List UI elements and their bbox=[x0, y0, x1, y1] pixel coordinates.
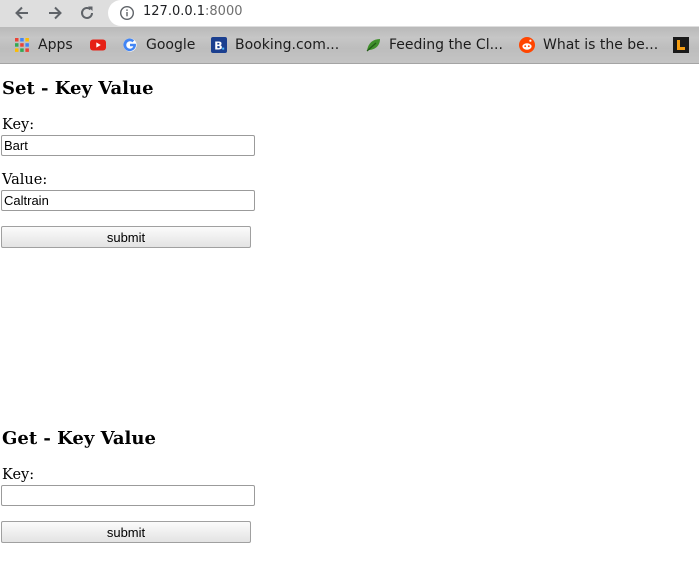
reddit-icon bbox=[519, 37, 535, 53]
reload-icon bbox=[81, 6, 93, 19]
bookmark-l-icon bbox=[673, 37, 689, 53]
bookmark-reddit[interactable]: What is the be... bbox=[519, 27, 658, 63]
bookmark-label: What is the be... bbox=[543, 37, 659, 53]
get-key-label: Key: bbox=[2, 467, 35, 483]
leaf-icon bbox=[365, 37, 381, 53]
bookmark-label: Apps bbox=[38, 37, 73, 53]
bookmark-label: Google bbox=[146, 37, 196, 53]
bookmark-feeding[interactable]: Feeding the Cl... bbox=[365, 27, 503, 63]
bookmark-label: Feeding the Cl... bbox=[389, 37, 503, 53]
reload-button[interactable] bbox=[75, 2, 99, 24]
bookmark-booking[interactable]: B Booking.com... bbox=[211, 27, 339, 63]
set-section-title: Set - Key Value bbox=[2, 78, 154, 99]
forward-arrow-icon bbox=[49, 6, 62, 20]
get-submit-button[interactable]: submit bbox=[1, 521, 251, 543]
youtube-icon bbox=[90, 37, 106, 53]
browser-chrome: 127.0.0.1:8000 Apps Google B Booking.com… bbox=[0, 0, 699, 64]
bookmark-label: Booking.com... bbox=[235, 37, 340, 53]
url-port: :8000 bbox=[205, 4, 243, 19]
set-key-input[interactable] bbox=[1, 135, 255, 156]
google-icon bbox=[122, 37, 138, 53]
bookmarks-bar: Apps Google B Booking.com... Feeding the… bbox=[0, 27, 699, 64]
browser-toolbar: 127.0.0.1:8000 bbox=[0, 0, 699, 27]
set-value-input[interactable] bbox=[1, 190, 255, 211]
bookmark-l[interactable] bbox=[673, 27, 697, 63]
get-section-title: Get - Key Value bbox=[2, 428, 156, 449]
set-submit-button[interactable]: submit bbox=[1, 226, 251, 248]
bookmark-google[interactable]: Google bbox=[122, 27, 195, 63]
address-bar[interactable]: 127.0.0.1:8000 bbox=[108, 0, 699, 26]
bookmark-youtube[interactable] bbox=[90, 27, 114, 63]
url-text[interactable]: 127.0.0.1:8000 bbox=[143, 4, 243, 19]
info-icon[interactable] bbox=[119, 5, 135, 21]
url-host: 127.0.0.1 bbox=[143, 4, 206, 19]
apps-grid-icon bbox=[14, 37, 30, 53]
back-arrow-icon bbox=[15, 6, 28, 20]
set-key-label: Key: bbox=[2, 117, 35, 133]
forward-button[interactable] bbox=[43, 2, 67, 24]
back-button[interactable] bbox=[10, 2, 34, 24]
bookmark-apps[interactable]: Apps bbox=[14, 27, 73, 63]
booking-icon: B bbox=[211, 37, 227, 53]
set-value-label: Value: bbox=[2, 172, 48, 188]
svg-text:B: B bbox=[214, 40, 222, 53]
get-key-input[interactable] bbox=[1, 485, 255, 506]
